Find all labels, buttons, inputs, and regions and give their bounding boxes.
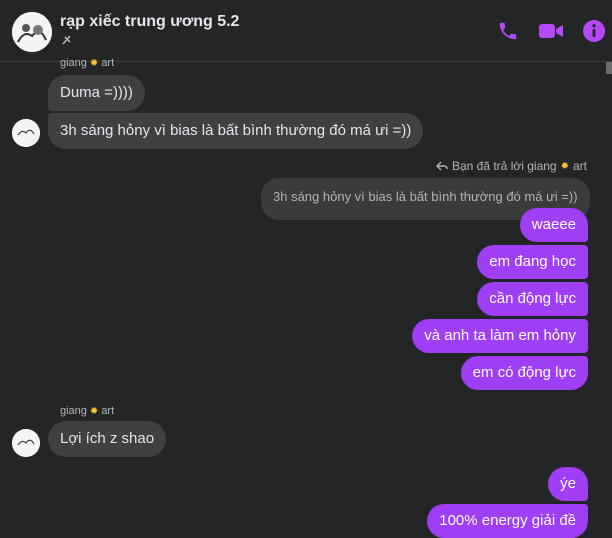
message-text: waeee	[531, 216, 576, 233]
sender-suffix: art	[101, 405, 115, 417]
chat-title[interactable]: rạp xiếc trung ương 5.2	[60, 13, 239, 31]
video-icon	[539, 24, 563, 38]
sender-avatar[interactable]	[12, 429, 40, 457]
sender-label: giang ✹ art	[60, 57, 114, 69]
call-button[interactable]	[494, 17, 522, 45]
reply-icon	[435, 161, 448, 171]
message-text: 100% energy giải đề	[439, 512, 576, 529]
message-text: cần động lực	[489, 290, 576, 307]
reply-note-text: Bạn đã trả lời giang	[451, 159, 557, 173]
outgoing-message[interactable]: ýe	[548, 467, 588, 501]
outgoing-message[interactable]: và anh ta làm em hỏny	[412, 319, 588, 353]
sender-avatar[interactable]	[12, 119, 40, 147]
group-avatar[interactable]	[12, 12, 52, 52]
outgoing-message[interactable]: em có động lực	[460, 356, 588, 390]
muted-icon	[60, 33, 74, 47]
info-button[interactable]	[580, 17, 608, 45]
message-text: Lợi ích z shao	[60, 430, 155, 447]
outgoing-message[interactable]: cần động lực	[477, 282, 588, 316]
sun-icon: ✹	[89, 405, 99, 417]
message-text: và anh ta làm em hỏny	[424, 327, 576, 344]
message-text: em có động lực	[472, 364, 576, 381]
sun-icon: ✹	[560, 160, 569, 172]
reply-note-suffix: art	[572, 159, 587, 173]
outgoing-message[interactable]: waeee	[519, 208, 588, 242]
quoted-text: 3h sáng hỏny vì bias là bất bình thường …	[273, 189, 578, 204]
sender-name: giang	[60, 57, 87, 69]
sender-name: giang	[60, 405, 87, 417]
message-text: em đang học	[489, 253, 576, 270]
message-text: 3h sáng hỏny vì bias là bất bình thường …	[60, 122, 412, 139]
video-call-button[interactable]	[537, 17, 565, 45]
incoming-message[interactable]: 3h sáng hỏny vì bias là bất bình thường …	[48, 113, 424, 149]
incoming-message[interactable]: Lợi ích z shao	[48, 421, 167, 457]
scrollbar[interactable]	[606, 62, 612, 534]
chat-header: rạp xiếc trung ương 5.2	[0, 0, 612, 62]
scrollbar-thumb[interactable]	[606, 62, 612, 74]
outgoing-message[interactable]: 100% energy giải đề	[427, 504, 588, 538]
reply-indicator: Bạn đã trả lời giang ✹ art	[435, 159, 587, 173]
incoming-message[interactable]: Duma =))))	[48, 75, 145, 111]
sun-icon: ✹	[89, 57, 99, 69]
sender-suffix: art	[101, 57, 115, 69]
message-text: ýe	[560, 475, 576, 492]
info-icon	[583, 20, 605, 42]
sender-label: giang ✹ art	[60, 405, 114, 417]
message-text: Duma =))))	[60, 84, 133, 101]
phone-icon	[499, 22, 517, 40]
outgoing-message[interactable]: em đang học	[477, 245, 588, 279]
